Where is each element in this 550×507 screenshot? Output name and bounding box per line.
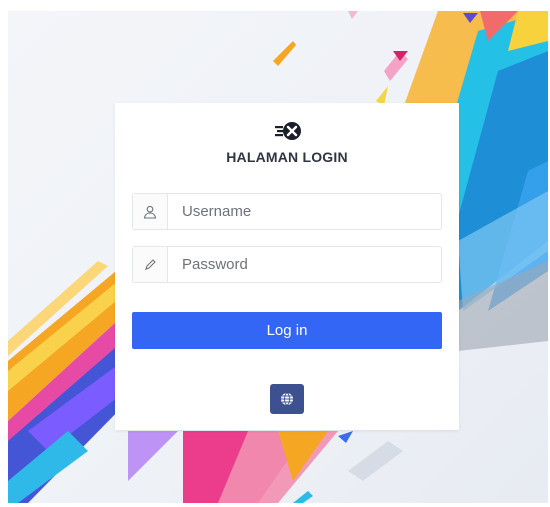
- pencil-icon: [133, 247, 168, 282]
- language-button[interactable]: [270, 384, 304, 414]
- login-button[interactable]: Log in: [132, 312, 442, 349]
- user-icon: [133, 194, 168, 229]
- globe-icon: [281, 392, 293, 406]
- login-card: HALAMAN LOGIN Log in: [115, 103, 459, 430]
- password-field: [132, 246, 442, 283]
- username-input[interactable]: [168, 194, 441, 229]
- logo-icon: [275, 122, 301, 140]
- page-title: HALAMAN LOGIN: [226, 149, 348, 165]
- username-field: [132, 193, 442, 230]
- password-input[interactable]: [168, 247, 441, 282]
